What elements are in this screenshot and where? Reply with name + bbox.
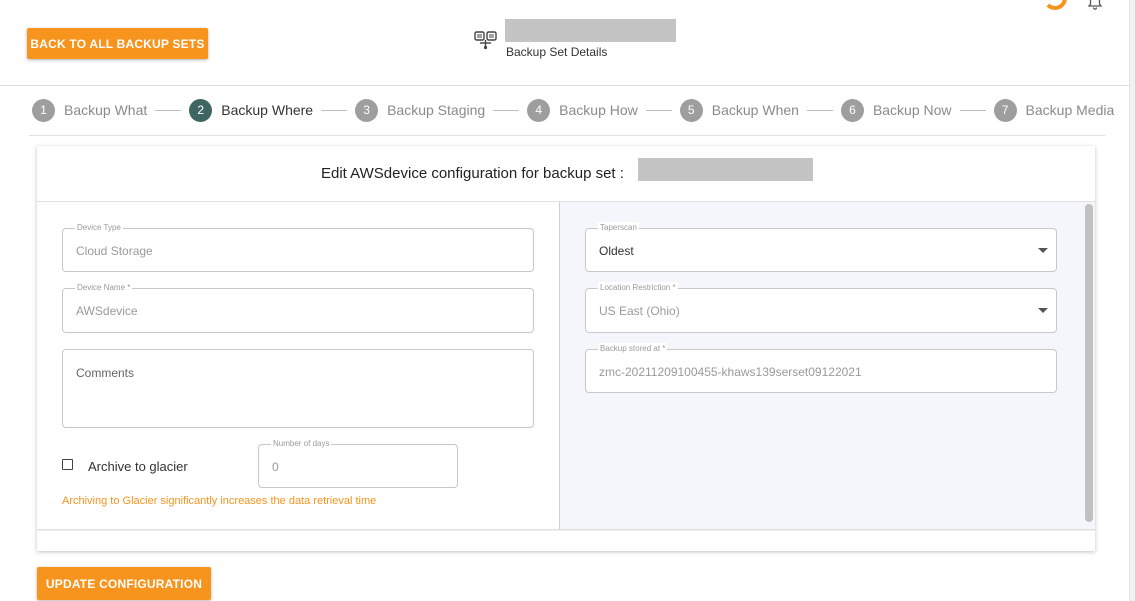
left-pane: Device Type Cloud Storage Device Name * … <box>37 202 560 530</box>
backup-stored-at-value: zmc-20211209100455-khaws139serset0912202… <box>599 365 862 379</box>
step-number: 2 <box>189 98 213 122</box>
back-to-all-backup-sets-button[interactable]: BACK TO ALL BACKUP SETS <box>27 28 208 59</box>
backup-stored-at-field: Backup stored at * zmc-20211209100455-kh… <box>585 343 1057 393</box>
comments-textarea[interactable]: Comments <box>62 349 534 428</box>
step-connector <box>155 109 182 111</box>
step-label: Backup Staging <box>387 102 486 118</box>
number-of-days-value: 0 <box>272 460 279 474</box>
step-connector <box>959 109 986 111</box>
step-connector <box>493 109 520 111</box>
backup-set-name-redacted <box>505 19 676 42</box>
card-header: Edit AWSdevice configuration for backup … <box>37 146 1095 202</box>
step-label: Backup When <box>711 102 799 118</box>
step-number: 3 <box>355 98 379 122</box>
step-number: 4 <box>527 98 551 122</box>
number-of-days-label: Number of days <box>271 438 332 450</box>
step-backup-what[interactable]: 1 Backup What <box>32 98 147 122</box>
comments-placeholder: Comments <box>76 366 135 380</box>
step-backup-where[interactable]: 2 Backup Where <box>189 98 313 122</box>
device-type-field: Device Type Cloud Storage <box>62 222 534 272</box>
step-number: 7 <box>993 98 1017 122</box>
step-backup-staging[interactable]: 3 Backup Staging <box>355 98 485 122</box>
stepper-divider <box>29 135 1105 136</box>
taperscan-value: Oldest <box>599 244 634 258</box>
device-name-label: Device Name * <box>75 282 133 294</box>
step-number: 5 <box>679 98 703 122</box>
glacier-warning-text: Archiving to Glacier significantly incre… <box>62 495 377 507</box>
page-subtitle: Backup Set Details <box>506 45 608 59</box>
device-config-card: Edit AWSdevice configuration for backup … <box>37 146 1095 551</box>
archive-to-glacier-label: Archive to glacier <box>88 459 188 474</box>
backup-set-name-redacted <box>638 158 813 181</box>
location-restriction-select[interactable]: Location Restriction * US East (Ohio) <box>585 282 1057 333</box>
taperscan-select[interactable]: Taperscan Oldest <box>585 222 1057 272</box>
step-backup-how[interactable]: 4 Backup How <box>527 98 638 122</box>
archive-to-glacier-checkbox[interactable] <box>62 459 73 470</box>
device-name-field[interactable]: Device Name * AWSdevice <box>62 282 534 333</box>
step-backup-when[interactable]: 5 Backup When <box>679 98 799 122</box>
taperscan-label: Taperscan <box>598 222 639 234</box>
number-of-days-field[interactable]: Number of days 0 <box>258 438 458 488</box>
card-title: Edit AWSdevice configuration for backup … <box>321 165 624 182</box>
step-connector <box>321 109 348 111</box>
step-number: 1 <box>32 98 55 122</box>
location-restriction-label: Location Restriction * <box>598 282 678 294</box>
step-label: Backup Media <box>1025 102 1115 118</box>
step-connector <box>645 109 672 111</box>
pane-scrollbar-thumb[interactable] <box>1085 204 1093 522</box>
device-type-value: Cloud Storage <box>76 244 153 258</box>
device-type-label: Device Type <box>75 222 123 234</box>
device-name-value: AWSdevice <box>76 304 138 318</box>
step-label: Backup Now <box>872 102 952 118</box>
update-configuration-button[interactable]: UPDATE CONFIGURATION <box>37 567 211 600</box>
backup-set-icon <box>474 31 497 50</box>
caret-down-icon <box>1038 308 1048 313</box>
step-backup-media[interactable]: 7 Backup Media <box>993 98 1115 122</box>
page-scrollbar[interactable] <box>1129 0 1135 601</box>
right-pane: Taperscan Oldest Location Restriction * … <box>559 202 1095 530</box>
step-label: Backup What <box>64 102 148 118</box>
card-footer-strip <box>37 530 1095 551</box>
step-connector <box>806 109 833 111</box>
caret-down-icon <box>1038 248 1048 253</box>
backup-stored-at-label: Backup stored at * <box>598 343 668 355</box>
bell-icon[interactable] <box>1086 0 1104 10</box>
step-backup-now[interactable]: 6 Backup Now <box>840 98 952 122</box>
pane-scrollbar[interactable] <box>1085 204 1093 526</box>
page-header: BACK TO ALL BACKUP SETS Backup Set Detai… <box>0 0 1135 86</box>
step-label: Backup How <box>559 102 638 118</box>
step-label: Backup Where <box>221 102 314 118</box>
wizard-stepper: 1 Backup What 2 Backup Where 3 Backup St… <box>32 98 1114 122</box>
loading-spinner-icon <box>1043 0 1067 10</box>
step-number: 6 <box>840 98 864 122</box>
location-restriction-value: US East (Ohio) <box>599 304 680 318</box>
